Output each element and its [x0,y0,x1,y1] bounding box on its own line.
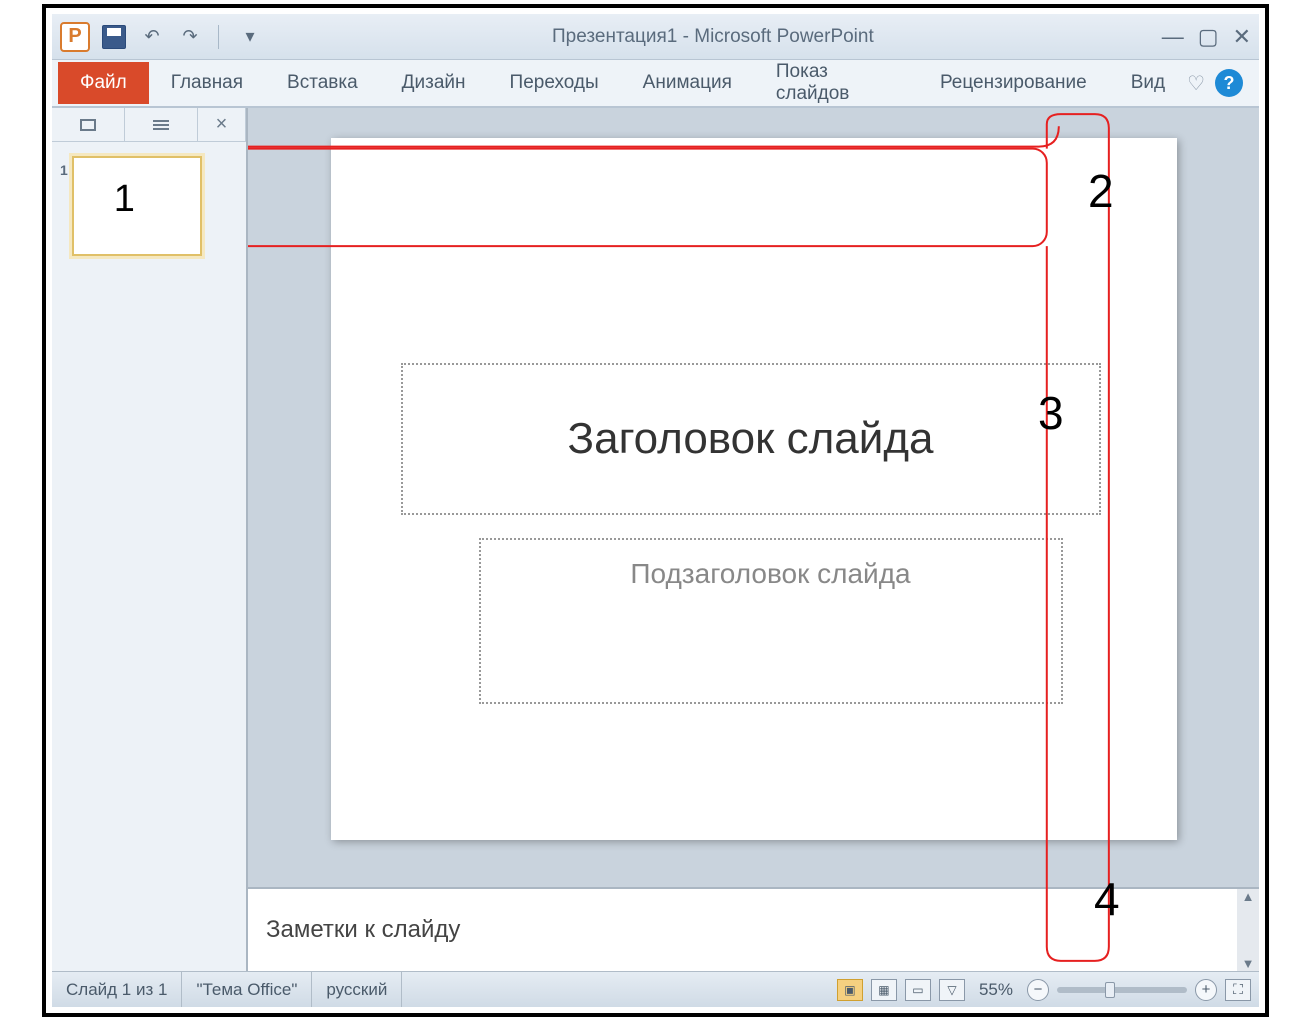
view-slideshow-button[interactable]: ▽ [939,979,965,1001]
status-bar: Слайд 1 из 1 "Тема Office" русский ▣ ▦ ▭… [52,971,1259,1007]
help-icon[interactable]: ? [1215,69,1243,97]
window-title: Презентация1 - Microsoft PowerPoint [264,26,1162,48]
tab-transitions[interactable]: Переходы [488,62,621,104]
notes-pane[interactable]: Заметки к слайду ▲ ▼ [248,887,1259,971]
title-placeholder[interactable]: Заголовок слайда [401,363,1101,515]
tab-file[interactable]: Файл [58,62,149,104]
view-sorter-button[interactable]: ▦ [871,979,897,1001]
title-bar: P ↶ ↷ ▾ Презентация1 - Microsoft PowerPo… [52,14,1259,60]
slides-tab[interactable] [52,108,125,141]
tab-design[interactable]: Дизайн [380,62,488,104]
tab-view[interactable]: Вид [1109,62,1187,104]
slide-editor[interactable]: Заголовок слайда Подзаголовок слайда [248,108,1259,887]
qat-customize-button[interactable]: ▾ [236,23,264,51]
undo-button[interactable]: ↶ [138,23,166,51]
slide-thumbnail[interactable]: 1 1 [60,156,238,256]
redo-button[interactable]: ↷ [176,23,204,51]
status-slide-info[interactable]: Слайд 1 из 1 [52,972,182,1007]
slide-canvas[interactable]: Заголовок слайда Подзаголовок слайда [331,138,1177,840]
slides-panel: × 1 1 [52,108,248,971]
status-theme[interactable]: "Тема Office" [182,972,312,1007]
status-language[interactable]: русский [312,972,402,1007]
zoom-in-button[interactable]: + [1195,979,1217,1001]
zoom-out-button[interactable]: − [1027,979,1049,1001]
qat-separator [218,25,222,49]
maximize-button[interactable]: ▢ [1198,24,1219,50]
minimize-button[interactable]: — [1162,24,1184,50]
thumbnail-number: 1 [60,156,68,256]
ribbon-tabs: Файл Главная Вставка Дизайн Переходы Ани… [52,60,1259,108]
tab-animations[interactable]: Анимация [621,62,754,104]
panel-close-button[interactable]: × [198,108,246,141]
outline-tab[interactable] [125,108,198,141]
zoom-percent[interactable]: 55% [973,980,1019,1000]
notes-placeholder: Заметки к слайду [266,916,460,944]
tab-home[interactable]: Главная [149,62,265,104]
tab-insert[interactable]: Вставка [265,62,380,104]
zoom-slider[interactable] [1057,987,1187,993]
subtitle-placeholder[interactable]: Подзаголовок слайда [479,538,1063,704]
app-icon[interactable]: P [60,22,90,52]
fit-to-window-button[interactable]: ⛶ [1225,979,1251,1001]
tab-slideshow[interactable]: Показ слайдов [754,51,918,115]
scroll-down-icon[interactable]: ▼ [1242,956,1255,971]
save-button[interactable] [100,23,128,51]
close-button[interactable]: ✕ [1233,24,1251,50]
view-reading-button[interactable]: ▭ [905,979,931,1001]
annotation-1: 1 [114,178,135,221]
scroll-up-icon[interactable]: ▲ [1242,889,1255,904]
view-normal-button[interactable]: ▣ [837,979,863,1001]
ribbon-expand-icon[interactable]: ♡ [1187,71,1205,96]
tab-review[interactable]: Рецензирование [918,62,1109,104]
notes-scrollbar[interactable]: ▲ ▼ [1237,889,1259,971]
